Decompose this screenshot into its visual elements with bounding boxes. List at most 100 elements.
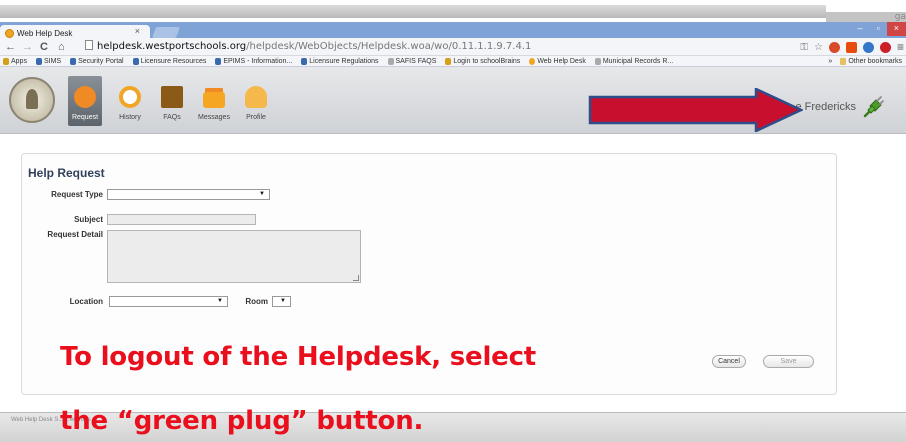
back-icon[interactable]: ← bbox=[5, 41, 16, 53]
request-type-label: Request Type bbox=[51, 190, 103, 199]
page-info-icon bbox=[85, 40, 93, 50]
shield-icon bbox=[35, 57, 42, 65]
chrome-menu-icon[interactable]: ≡ bbox=[897, 40, 904, 54]
window-controls: – ▫ × bbox=[851, 22, 906, 38]
bookmark-item[interactable]: Web Help Desk bbox=[529, 57, 586, 65]
bookmark-item[interactable]: Licensure Regulations bbox=[301, 57, 379, 65]
bookmark-item[interactable]: EPIMS - Information... bbox=[215, 57, 293, 65]
folder-icon bbox=[840, 58, 847, 65]
bookmark-label: SAFIS FAQS bbox=[395, 57, 437, 65]
url-path: /helpdesk/WebObjects/Helpdesk.woa/wo/0.1… bbox=[246, 41, 532, 52]
home-icon[interactable]: ⌂ bbox=[58, 41, 65, 53]
resize-grip-icon[interactable] bbox=[353, 275, 359, 281]
bookmarks-bar: Apps SIMS Security Portal Licensure Reso… bbox=[0, 56, 906, 67]
other-bookmarks[interactable]: Other bookmarks bbox=[840, 58, 902, 65]
subject-input[interactable] bbox=[107, 214, 256, 225]
faq-icon bbox=[161, 86, 183, 108]
bookmark-item[interactable]: Apps bbox=[3, 57, 27, 65]
nav-label: Messages bbox=[198, 114, 230, 121]
bookmark-label: Apps bbox=[11, 57, 27, 65]
tab-close-icon[interactable]: × bbox=[135, 26, 140, 36]
bookmark-item[interactable]: SIMS bbox=[35, 57, 62, 65]
location-label: Location bbox=[69, 297, 103, 306]
slide: ga Web Help Desk × – ▫ × ← → C ⌂ helpdes… bbox=[0, 0, 906, 442]
browser-tab[interactable]: Web Help Desk × bbox=[0, 25, 150, 39]
nav-label: FAQs bbox=[163, 114, 181, 121]
subject-label: Subject bbox=[74, 215, 103, 224]
slide-top-strip: ga bbox=[0, 0, 906, 22]
nav-profile[interactable]: Profile bbox=[236, 76, 276, 126]
bookmark-label: Licensure Regulations bbox=[309, 57, 379, 65]
apps-grid-icon bbox=[3, 57, 9, 65]
school-icon bbox=[445, 57, 452, 65]
pinterest-icon[interactable] bbox=[879, 41, 891, 53]
url-bar[interactable]: helpdesk.westportschools.org/helpdesk/We… bbox=[85, 40, 825, 54]
nav-faqs[interactable]: FAQs bbox=[152, 76, 192, 126]
bookmark-label: Municipal Records R... bbox=[602, 57, 674, 65]
room-label: Room bbox=[245, 297, 268, 306]
forward-icon[interactable]: → bbox=[22, 41, 33, 53]
request-detail-label: Request Detail bbox=[47, 230, 103, 239]
green-plug-icon bbox=[863, 96, 884, 118]
other-bookmarks-label: Other bookmarks bbox=[848, 58, 902, 65]
bookmark-star-icon[interactable]: ☆ bbox=[814, 42, 823, 53]
bookmark-label: Web Help Desk bbox=[537, 57, 586, 65]
bookmark-label: SIMS bbox=[43, 57, 62, 65]
request-type-select[interactable]: ▼ bbox=[107, 189, 270, 200]
request-icon bbox=[74, 86, 96, 108]
extension-icon[interactable] bbox=[845, 41, 857, 53]
cancel-button[interactable]: Cancel bbox=[712, 355, 746, 368]
bookmark-item[interactable]: Municipal Records R... bbox=[594, 57, 674, 65]
bookmarks-bar-right: » Other bookmarks bbox=[828, 56, 902, 66]
shield-icon bbox=[301, 57, 308, 65]
browser-tabstrip: Web Help Desk × – ▫ × bbox=[0, 22, 906, 39]
history-icon bbox=[119, 86, 141, 108]
browser-omnibar: ← → C ⌂ helpdesk.westportschools.org/hel… bbox=[0, 38, 906, 56]
bookmarks-overflow-icon[interactable]: » bbox=[828, 58, 832, 65]
logout-button[interactable] bbox=[862, 96, 884, 118]
nav-messages[interactable]: Messages bbox=[194, 76, 234, 126]
shield-icon bbox=[70, 57, 77, 65]
profile-icon bbox=[245, 86, 267, 108]
room-select[interactable]: ▼ bbox=[272, 296, 291, 307]
close-window-icon[interactable]: × bbox=[886, 22, 906, 36]
helpdesk-icon bbox=[529, 57, 536, 65]
restore-icon[interactable]: ▫ bbox=[870, 22, 887, 36]
reload-icon[interactable]: C bbox=[40, 41, 48, 53]
caption-line-1: To logout of the Helpdesk, select bbox=[60, 342, 537, 372]
bookmark-item[interactable]: SAFIS FAQS bbox=[387, 57, 437, 65]
pointer-arrow bbox=[588, 88, 803, 132]
nav-label: Profile bbox=[246, 114, 266, 121]
globe-icon bbox=[387, 57, 394, 65]
caption-line-2: the “green plug” button. bbox=[60, 406, 424, 436]
shield-icon bbox=[215, 57, 222, 65]
location-select[interactable]: ▼ bbox=[109, 296, 228, 307]
helpdesk-favicon-icon bbox=[5, 28, 14, 38]
corner-text: ga bbox=[894, 12, 906, 22]
extension-icon[interactable] bbox=[862, 41, 874, 53]
key-icon[interactable]: ⚿ bbox=[800, 42, 808, 53]
nav-label: History bbox=[119, 114, 141, 121]
bookmark-item[interactable]: Licensure Resources bbox=[132, 57, 206, 65]
bookmark-label: Login to schoolBrains bbox=[453, 57, 521, 65]
toolbar-extensions: ⚿ ☆ ≡ bbox=[800, 40, 906, 54]
minimize-icon[interactable]: – bbox=[851, 22, 870, 36]
nav-request[interactable]: Request bbox=[68, 76, 102, 126]
bookmark-label: EPIMS - Information... bbox=[223, 57, 293, 65]
request-detail-textarea[interactable] bbox=[107, 230, 361, 283]
bookmark-item[interactable]: Login to schoolBrains bbox=[445, 57, 521, 65]
slide-decor-bar bbox=[0, 5, 826, 18]
new-tab-button[interactable] bbox=[151, 27, 181, 38]
nav-history[interactable]: History bbox=[110, 76, 150, 126]
tab-title: Web Help Desk bbox=[17, 28, 73, 38]
helpdesk-nav: Request History FAQs Messages Profile bbox=[68, 76, 278, 126]
save-button[interactable]: Save bbox=[763, 355, 814, 368]
messages-icon bbox=[203, 92, 225, 108]
panel-title: Help Request bbox=[28, 166, 105, 180]
user-name: e Fredericks bbox=[795, 101, 856, 113]
bookmark-label: Security Portal bbox=[78, 57, 124, 65]
bookmark-item[interactable]: Security Portal bbox=[70, 57, 124, 65]
nav-label: Request bbox=[71, 114, 99, 121]
url-host: helpdesk.westportschools.org bbox=[97, 41, 247, 52]
extension-icon[interactable] bbox=[828, 41, 840, 53]
